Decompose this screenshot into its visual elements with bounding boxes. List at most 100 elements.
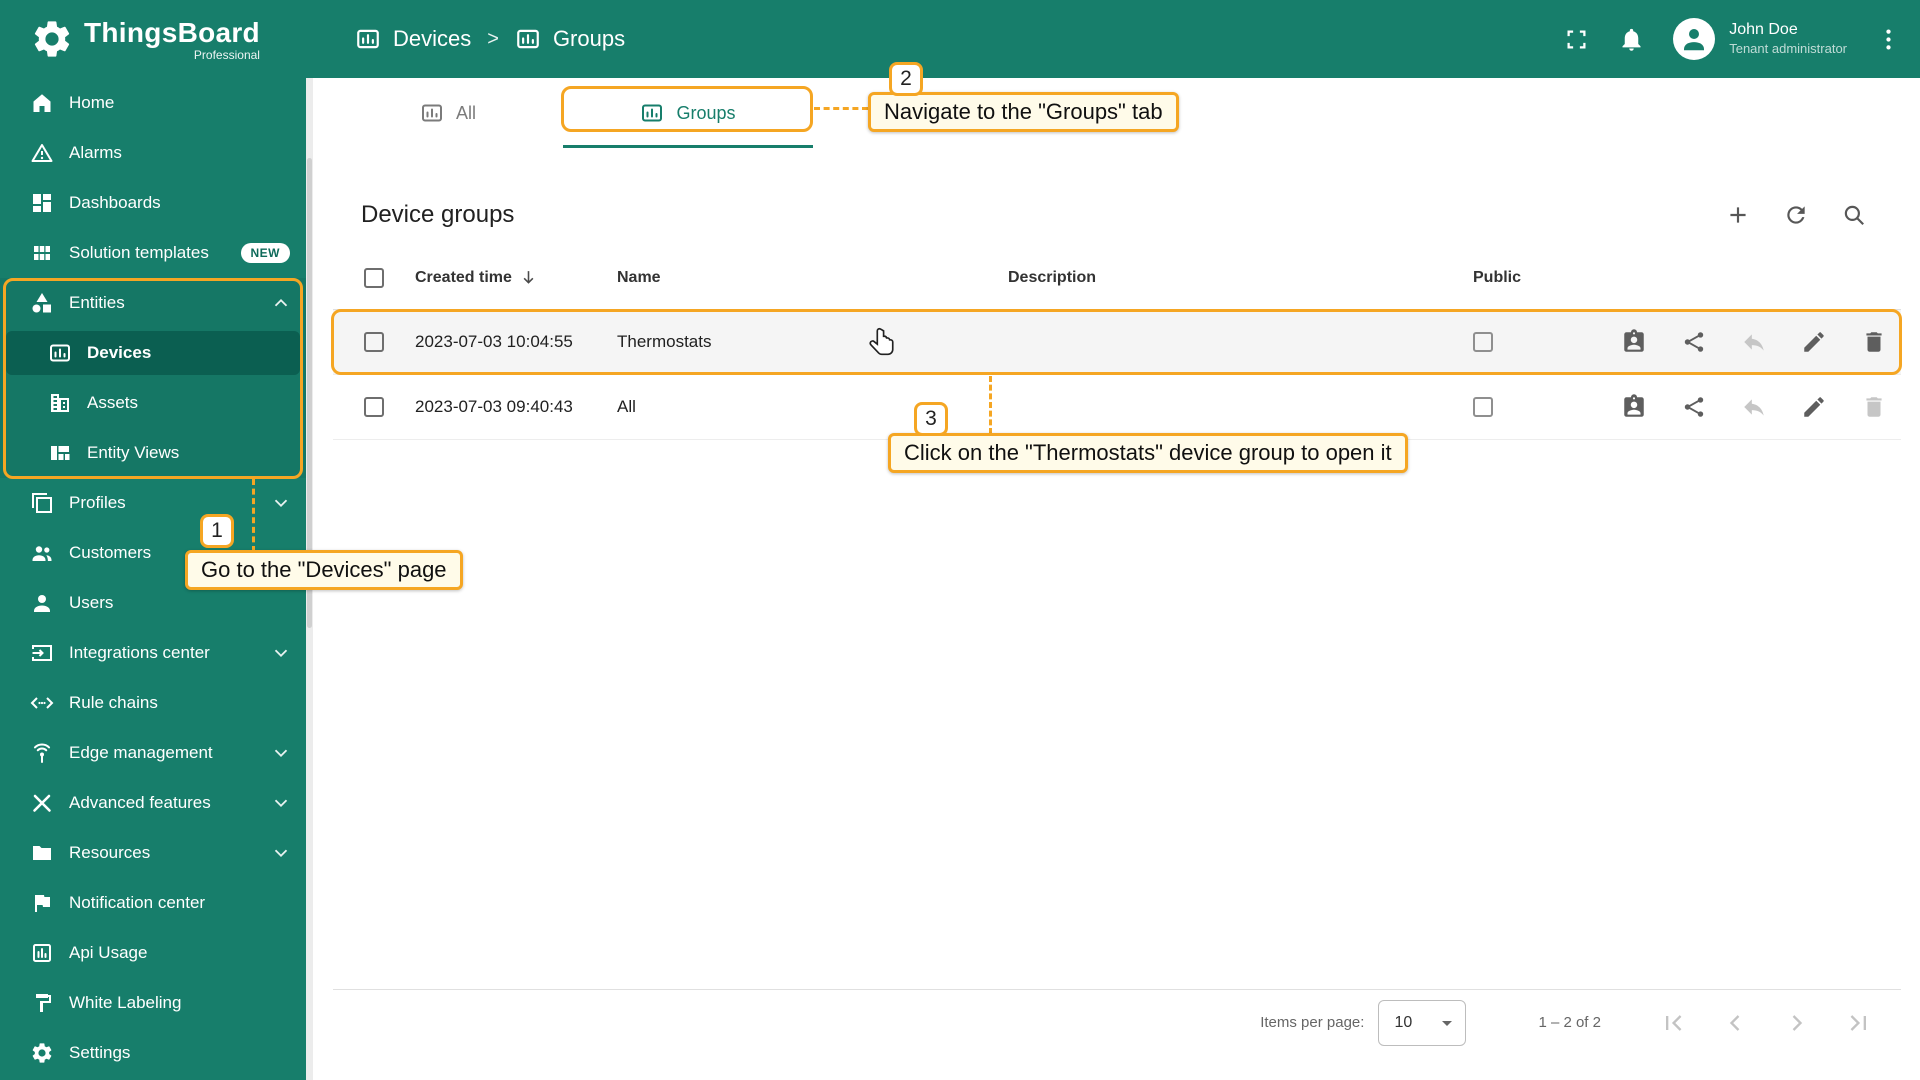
sidebar-item-alarms[interactable]: Alarms: [0, 128, 306, 178]
public-checkbox[interactable]: [1473, 332, 1493, 352]
edit-pencil-icon[interactable]: [1801, 394, 1827, 420]
column-header-public[interactable]: Public: [1461, 269, 1621, 287]
sidebar-item-label: Customers: [69, 543, 152, 562]
next-page-icon: [1783, 1009, 1811, 1037]
customers-icon: [30, 541, 54, 565]
tab-all[interactable]: All: [368, 78, 528, 148]
search-icon[interactable]: [1841, 202, 1867, 228]
chevron-down-icon: [270, 742, 292, 764]
category-icon: [30, 291, 54, 315]
sidebar-item-api-usage[interactable]: Api Usage: [0, 928, 306, 978]
profiles-icon: [30, 491, 54, 515]
column-header-description[interactable]: Description: [1008, 269, 1461, 287]
row-checkbox[interactable]: [364, 332, 384, 352]
sidebar-nav: Home Alarms Dashboards Solution template…: [0, 78, 306, 1080]
sidebar-item-devices[interactable]: Devices: [6, 331, 300, 375]
sidebar-item-profiles[interactable]: Profiles: [0, 478, 306, 528]
users-icon: [30, 591, 54, 615]
sidebar-item-assets[interactable]: Assets: [0, 378, 306, 428]
share-icon[interactable]: [1681, 329, 1707, 355]
sidebar-scrollbar[interactable]: [306, 78, 313, 1080]
sidebar-item-label: Devices: [87, 343, 152, 362]
tab-label: All: [455, 102, 476, 123]
items-per-page-value: 10: [1394, 1013, 1413, 1031]
sidebar-item-entity-views[interactable]: Entity Views: [0, 428, 306, 478]
edit-pencil-icon[interactable]: [1801, 329, 1827, 355]
reply-icon: [1741, 329, 1767, 355]
scrollbar-thumb[interactable]: [307, 158, 312, 628]
devices-icon: [355, 26, 381, 52]
sidebar-item-dashboards[interactable]: Dashboards: [0, 178, 306, 228]
page-title: Device groups: [361, 201, 515, 228]
thingsboard-logo[interactable]: ThingsBoard Professional: [0, 0, 313, 78]
app-edition: Professional: [193, 47, 260, 62]
sidebar-item-label: Edge management: [69, 743, 213, 762]
assignment-icon[interactable]: [1621, 329, 1647, 355]
sidebar-item-edge-management[interactable]: Edge management: [0, 728, 306, 778]
sidebar-item-label: Users: [69, 593, 114, 612]
table-row-all[interactable]: 2023-07-03 09:40:43 All: [333, 375, 1901, 440]
sidebar-item-rule-chains[interactable]: Rule chains: [0, 678, 306, 728]
user-avatar[interactable]: [1673, 18, 1716, 60]
sidebar-item-label: Solution templates: [69, 243, 209, 262]
user-info: John Doe Tenant administrator: [1729, 20, 1847, 58]
sidebar-item-entities[interactable]: Entities: [0, 278, 306, 328]
sidebar-item-label: Assets: [87, 393, 139, 412]
sidebar-item-notification-center[interactable]: Notification center: [0, 878, 306, 928]
delete-trash-icon: [1861, 394, 1887, 420]
modules-icon: [30, 241, 54, 265]
user-role: Tenant administrator: [1729, 40, 1847, 56]
cell-created-time: 2023-07-03 10:04:55: [415, 332, 573, 351]
assets-icon: [48, 391, 72, 415]
sidebar-item-label: Api Usage: [69, 943, 148, 962]
assignment-icon[interactable]: [1621, 394, 1647, 420]
table-row-thermostats[interactable]: 2023-07-03 10:04:55 Thermostats: [333, 310, 1901, 375]
breadcrumb-devices[interactable]: Devices: [393, 26, 471, 52]
refresh-icon[interactable]: [1783, 202, 1809, 228]
sidebar-item-white-labeling[interactable]: White Labeling: [0, 978, 306, 1028]
sidebar-item-integrations-center[interactable]: Integrations center: [0, 628, 306, 678]
items-per-page-label: Items per page:: [1260, 1014, 1365, 1031]
cell-created-time: 2023-07-03 09:40:43: [415, 397, 573, 416]
new-badge: NEW: [240, 243, 290, 263]
tab-groups[interactable]: Groups: [563, 78, 813, 148]
pagination-bar: Items per page: 10 1 – 2 of 2: [333, 989, 1901, 1055]
user-name: John Doe: [1729, 21, 1798, 39]
sidebar-item-resources[interactable]: Resources: [0, 828, 306, 878]
share-icon[interactable]: [1681, 394, 1707, 420]
home-icon: [30, 91, 54, 115]
public-checkbox[interactable]: [1473, 397, 1493, 417]
column-header-created-time[interactable]: Created time: [415, 268, 617, 287]
device-groups-card: Device groups Created time Name Descript…: [333, 184, 1901, 440]
sidebar-item-advanced-features[interactable]: Advanced features: [0, 778, 306, 828]
sort-desc-arrow-icon: [519, 268, 538, 287]
sidebar-item-label: White Labeling: [69, 993, 182, 1012]
sidebar-item-solution-templates[interactable]: Solution templates NEW: [0, 228, 306, 278]
breadcrumb-separator: >: [487, 27, 499, 50]
sidebar-item-label: Settings: [69, 1043, 131, 1062]
sidebar-item-label: Entity Views: [87, 443, 180, 462]
more-vertical-icon[interactable]: [1875, 26, 1902, 53]
row-checkbox[interactable]: [364, 397, 384, 417]
notifications-bell-icon[interactable]: [1618, 26, 1645, 53]
sidebar-item-users[interactable]: Users: [0, 578, 306, 628]
sidebar-item-customers[interactable]: Customers: [0, 528, 306, 578]
sidebar: ThingsBoard Professional Home Alarms Das…: [0, 0, 313, 1080]
breadcrumb: Devices > Groups: [355, 26, 625, 52]
items-per-page-select[interactable]: 10: [1378, 999, 1467, 1046]
delete-trash-icon[interactable]: [1861, 329, 1887, 355]
paint-icon: [30, 991, 54, 1015]
cell-name: All: [617, 397, 636, 416]
sidebar-item-label: Notification center: [69, 893, 206, 912]
logo-gear-icon: [30, 17, 74, 61]
sidebar-item-label: Integrations center: [69, 643, 210, 662]
dropdown-arrow-icon: [1435, 1011, 1459, 1035]
sidebar-item-settings[interactable]: Settings: [0, 1028, 306, 1078]
sidebar-item-home[interactable]: Home: [0, 78, 306, 128]
select-all-checkbox[interactable]: [364, 267, 384, 288]
column-header-name[interactable]: Name: [617, 269, 1008, 287]
cell-name: Thermostats: [617, 332, 712, 351]
fullscreen-icon[interactable]: [1563, 26, 1590, 53]
add-plus-icon[interactable]: [1725, 202, 1751, 228]
last-page-icon: [1845, 1009, 1873, 1037]
